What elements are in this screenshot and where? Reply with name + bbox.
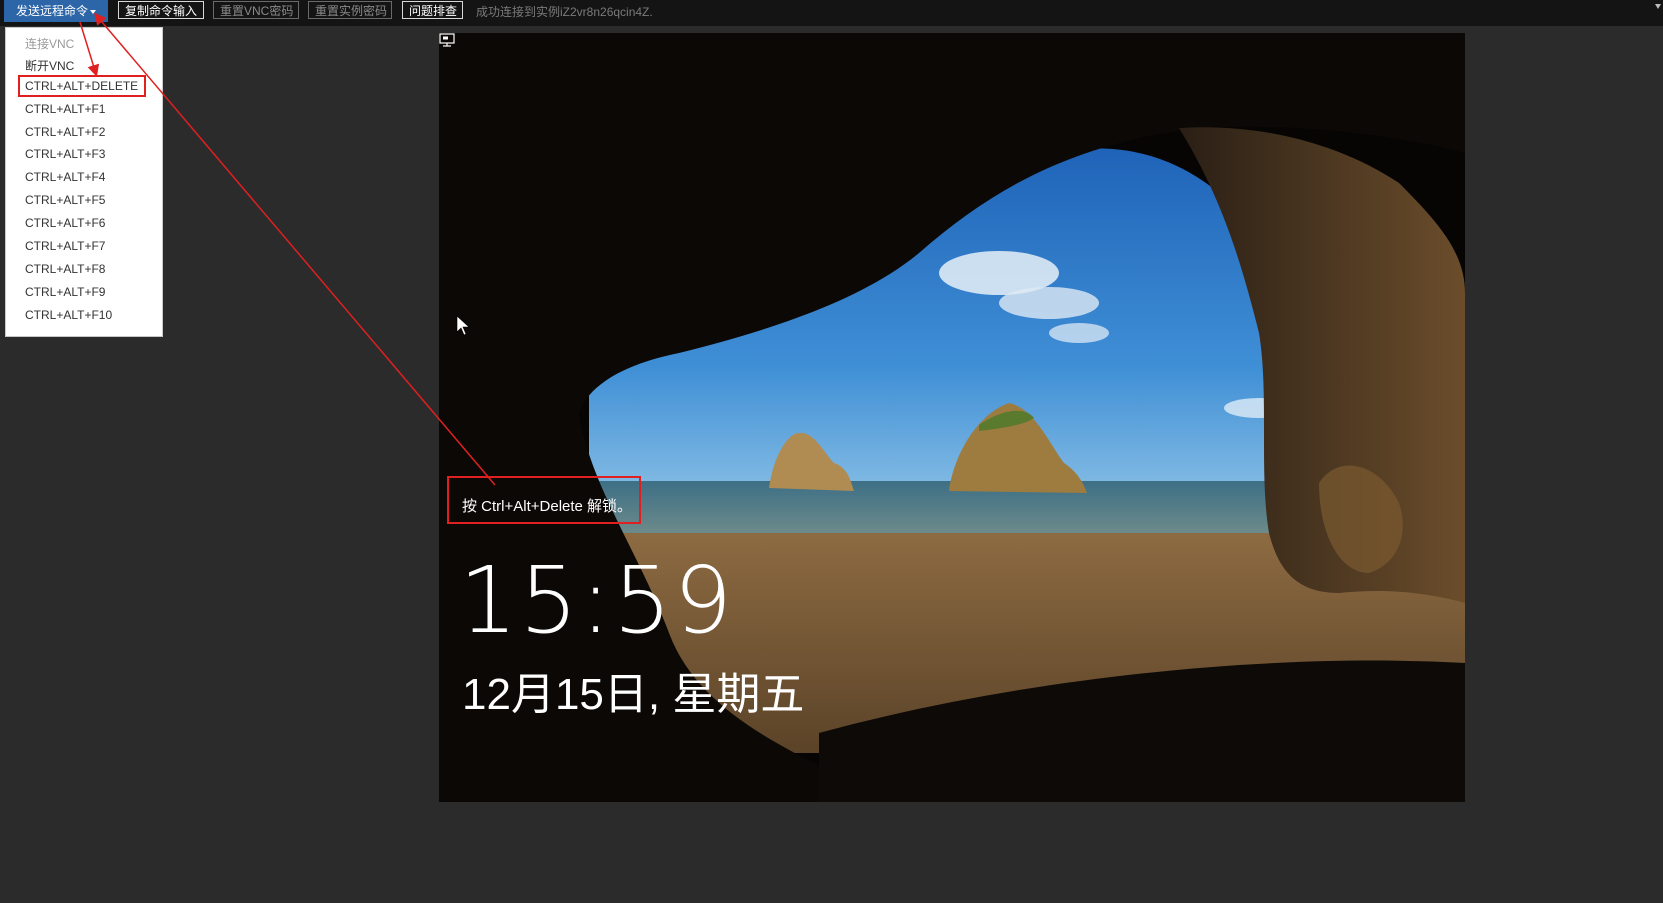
menu-item-disconnect-vnc[interactable]: 断开VNC (25, 57, 74, 74)
menu-item-ctrl-alt-f2[interactable]: CTRL+ALT+F2 (25, 125, 105, 139)
vnc-remote-screen[interactable]: 按 Ctrl+Alt+Delete 解锁。 15:59 12月15日, 星期五 (439, 33, 1465, 802)
send-remote-command-label: 发送远程命令 (16, 4, 89, 18)
menu-item-ctrl-alt-f3[interactable]: CTRL+ALT+F3 (25, 147, 105, 161)
menu-item-ctrl-alt-f7[interactable]: CTRL+ALT+F7 (25, 239, 105, 253)
chevron-down-icon (90, 9, 97, 14)
menu-item-ctrl-alt-f8[interactable]: CTRL+ALT+F8 (25, 262, 105, 276)
vnc-toolbar: 发送远程命令 复制命令输入 重置VNC密码 重置实例密码 问题排查 成功连接到实… (0, 0, 1663, 26)
network-monitor-icon[interactable] (439, 33, 455, 47)
menu-item-ctrl-alt-f1[interactable]: CTRL+ALT+F1 (25, 102, 105, 116)
reset-vnc-password-button[interactable]: 重置VNC密码 (213, 1, 299, 19)
menu-item-ctrl-alt-f5[interactable]: CTRL+ALT+F5 (25, 193, 105, 207)
unlock-hint: 按 Ctrl+Alt+Delete 解锁。 (462, 498, 633, 515)
troubleshoot-button[interactable]: 问题排查 (402, 1, 463, 19)
menu-item-connect-vnc: 连接VNC (25, 37, 75, 51)
menu-item-ctrl-alt-f10[interactable]: CTRL+ALT+F10 (25, 308, 112, 322)
remote-command-dropdown: 连接VNC 断开VNC CTRL+ALT+DELETE CTRL+ALT+F1 … (5, 27, 163, 337)
collapse-toolbar-icon[interactable] (1655, 4, 1661, 9)
ctrl-alt-delete-annotation-box (18, 75, 146, 97)
reset-instance-password-button[interactable]: 重置实例密码 (308, 1, 392, 19)
menu-item-ctrl-alt-f4[interactable]: CTRL+ALT+F4 (25, 170, 105, 184)
connection-status-message: 成功连接到实例iZ2vr8n26qcin4Z. (476, 5, 653, 19)
menu-item-ctrl-alt-f9[interactable]: CTRL+ALT+F9 (25, 285, 105, 299)
copy-command-input-button[interactable]: 复制命令输入 (118, 1, 204, 19)
send-remote-command-button[interactable]: 发送远程命令 (4, 0, 108, 22)
lockscreen-date: 12月15日, 星期五 (462, 670, 805, 719)
lockscreen-time: 15:59 (459, 547, 735, 654)
menu-item-ctrl-alt-f6[interactable]: CTRL+ALT+F6 (25, 216, 105, 230)
